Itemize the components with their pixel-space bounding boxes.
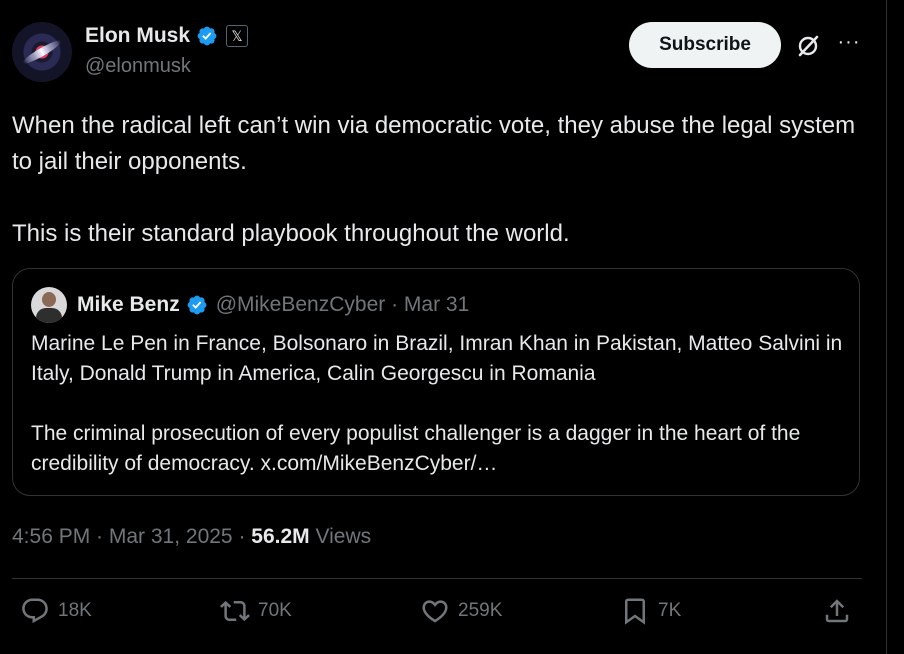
subscribe-button[interactable]: Subscribe bbox=[629, 22, 781, 68]
quoted-verified-badge-icon bbox=[187, 295, 207, 315]
like-count: 259K bbox=[458, 600, 503, 621]
author-name[interactable]: Elon Musk bbox=[85, 24, 190, 48]
repost-count: 70K bbox=[258, 600, 292, 621]
actions-divider bbox=[12, 578, 862, 579]
tweet-header: Elon Musk 𝕏 @elonmusk Subscribe ··· bbox=[12, 22, 887, 82]
reply-icon bbox=[22, 598, 48, 624]
quoted-author-name: Mike Benz bbox=[77, 293, 180, 316]
tweet-meta: 4:56 PM · Mar 31, 2025 · 56.2M Views bbox=[12, 525, 371, 549]
bookmark-icon bbox=[625, 598, 645, 625]
share-icon bbox=[825, 599, 849, 623]
tweet-timestamp[interactable]: 4:56 PM · Mar 31, 2025 · bbox=[12, 525, 251, 548]
verified-badge-icon[interactable] bbox=[196, 25, 218, 47]
tweet-text: When the radical left can’t win via demo… bbox=[12, 112, 856, 247]
column-border bbox=[886, 0, 887, 654]
bookmark-count: 7K bbox=[658, 600, 682, 621]
reply-count: 18K bbox=[58, 600, 92, 621]
share-button[interactable] bbox=[822, 596, 852, 626]
author-handle[interactable]: @elonmusk bbox=[85, 55, 191, 78]
heart-icon bbox=[422, 600, 448, 623]
reply-button[interactable]: 18K bbox=[20, 596, 92, 626]
repost-button[interactable]: 70K bbox=[220, 596, 292, 626]
x-affiliation-icon[interactable]: 𝕏 bbox=[226, 25, 249, 47]
quoted-author-avatar bbox=[31, 287, 67, 323]
quoted-tweet-text: Marine Le Pen in France, Bolsonaro in Br… bbox=[31, 332, 843, 475]
grok-icon[interactable] bbox=[794, 32, 822, 60]
views-label: Views bbox=[309, 525, 372, 548]
action-bar: 18K 70K 259K 7K bbox=[12, 596, 862, 636]
author-avatar[interactable] bbox=[12, 22, 72, 82]
views-count: 56.2M bbox=[251, 525, 310, 548]
bookmark-button[interactable]: 7K bbox=[620, 596, 681, 626]
quoted-tweet-header: Mike Benz @MikeBenzCyber · Mar 31 bbox=[31, 287, 469, 323]
like-button[interactable]: 259K bbox=[420, 596, 502, 626]
more-options-icon[interactable]: ··· bbox=[835, 32, 863, 60]
quoted-tweet[interactable]: Mike Benz @MikeBenzCyber · Mar 31 Marine… bbox=[12, 268, 860, 496]
quoted-author-handle-date: @MikeBenzCyber · Mar 31 bbox=[215, 293, 470, 316]
repost-icon bbox=[220, 600, 250, 622]
author-name-row: Elon Musk 𝕏 bbox=[85, 24, 249, 48]
